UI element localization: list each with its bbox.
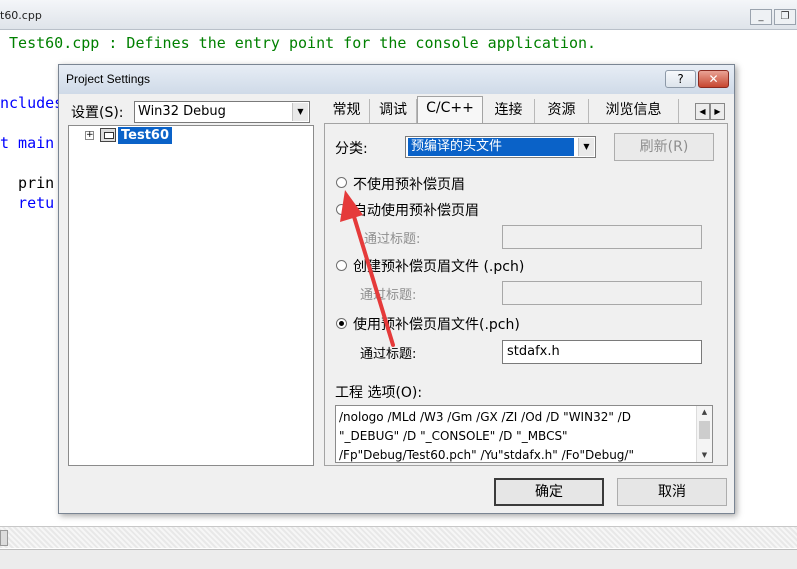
chevron-down-icon[interactable]: ▼ [292,103,308,121]
scroll-left-icon[interactable] [0,530,8,546]
scroll-up-icon[interactable]: ▲ [699,407,710,418]
cancel-button[interactable]: 取消 [617,478,727,506]
tree-item-test60[interactable]: Test60 [118,127,173,144]
project-options-label: 工程 选项(O): [335,385,423,401]
scroll-down-icon[interactable]: ▼ [699,450,710,461]
category-label: 分类: [335,141,368,157]
no-pch-label: 不使用预补偿页眉 [353,177,465,193]
project-tree[interactable]: + Test60 [68,125,314,466]
tab-scroll-left-icon[interactable]: ◀ [695,103,710,120]
editor-titlebar: t60.cpp _ ❐ [0,0,797,30]
create-through-label: 通过标题: [360,288,417,303]
ok-button[interactable]: 确定 [494,478,604,506]
auto-pch-label: 自动使用预补偿页眉 [353,203,479,219]
tab-debug[interactable]: 调试 [370,99,417,124]
radio-create-pch[interactable] [336,260,347,271]
code-return-line: retu [0,194,55,212]
options-vertical-scrollbar[interactable]: ▲ ▼ [696,406,712,462]
editor-file-title: t60.cpp [0,9,42,22]
radio-no-pch[interactable] [336,177,347,188]
category-combo[interactable]: 预编译的头文件 ▼ [405,136,596,158]
code-main-line: t main [0,134,55,152]
tab-c-cpp[interactable]: C/C++ [417,96,483,124]
project-options-text[interactable]: /nologo /MLd /W3 /Gm /GX /ZI /Od /D "WIN… [339,408,694,464]
refresh-button[interactable]: 刷新(R) [614,133,714,161]
settings-tabs: 常规 调试 C/C++ 连接 资源 浏览信息 ◀ ▶ [324,96,729,124]
tab-link[interactable]: 连接 [483,99,535,124]
expand-plus-icon[interactable]: + [85,131,94,140]
code-printf-line: prin [0,174,55,192]
tab-general[interactable]: 常规 [324,99,370,124]
help-button[interactable]: ? [665,70,696,88]
auto-through-field [502,225,702,249]
dialog-titlebar[interactable]: Project Settings ? ✕ [59,65,734,94]
create-through-field [502,281,702,305]
scroll-thumb[interactable] [699,421,710,439]
create-pch-label: 创建预补偿页眉文件 (.pch) [353,259,525,275]
minimize-icon[interactable]: _ [750,9,772,25]
settings-for-value: Win32 Debug [138,104,226,119]
use-through-label: 通过标题: [360,347,417,362]
settings-for-combo[interactable]: Win32 Debug ▼ [134,101,310,123]
code-include-line: ncludes [0,94,64,112]
code-comment-line: Test60.cpp : Defines the entry point for… [0,34,597,52]
editor-status-bar [0,549,797,569]
settings-for-label: 设置(S): [71,105,124,121]
radio-use-pch[interactable] [336,318,347,329]
editor-horizontal-scrollbar[interactable] [0,526,797,548]
project-options-box[interactable]: /nologo /MLd /W3 /Gm /GX /ZI /Od /D "WIN… [335,405,713,463]
chevron-down-icon[interactable]: ▼ [578,138,594,156]
category-value: 预编译的头文件 [408,138,574,156]
tab-resources[interactable]: 资源 [535,99,589,124]
project-settings-dialog: Project Settings ? ✕ 设置(S): Win32 Debug … [58,64,735,514]
tab-browse-info[interactable]: 浏览信息 [589,99,679,124]
project-icon [100,128,116,142]
use-pch-label: 使用预补偿页眉文件(.pch) [353,317,520,333]
dialog-title: Project Settings [66,72,151,86]
auto-through-label: 通过标题: [364,232,421,247]
radio-auto-pch[interactable] [336,204,347,215]
close-button[interactable]: ✕ [698,70,729,88]
restore-icon[interactable]: ❐ [774,9,796,25]
tab-scroll-right-icon[interactable]: ▶ [710,103,725,120]
use-through-field[interactable]: stdafx.h [502,340,702,364]
